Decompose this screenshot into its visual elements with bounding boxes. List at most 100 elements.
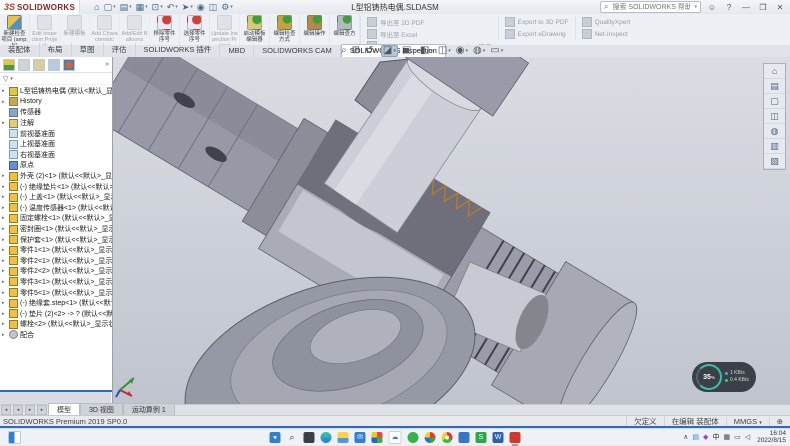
- zoom-fit-button[interactable]: ⌕: [340, 46, 348, 56]
- tree-filter-row[interactable]: ▽ ▾: [0, 73, 112, 85]
- export-item[interactable]: 导出至 2D PDF: [367, 17, 492, 27]
- propertymanager-tab-icon[interactable]: [18, 59, 30, 71]
- tree-item[interactable]: ▸(-) 绝缘垫片<1> (默认<<默认>_显: [0, 181, 112, 192]
- appearances-scenes-icon[interactable]: ◍: [764, 124, 785, 139]
- expand-arrow-icon[interactable]: ▸: [2, 279, 7, 285]
- search-button[interactable]: ⌕: [287, 432, 298, 443]
- restore-button[interactable]: ❐: [757, 3, 769, 12]
- help-search-box[interactable]: ⌕ ▾: [600, 1, 701, 13]
- tab-scroll-first-icon[interactable]: ◂: [1, 405, 11, 415]
- file-properties-icon[interactable]: ◫: [209, 3, 218, 12]
- tree-item[interactable]: ▸(-) 绝缘套.step<1> (默认<<默认: [0, 298, 112, 309]
- tree-item[interactable]: ▸零件5<1> (默认<<默认>_显示状: [0, 287, 112, 298]
- expand-arrow-icon[interactable]: ▸: [2, 321, 7, 327]
- close-button[interactable]: ✕: [774, 3, 786, 12]
- export-item[interactable]: Export eDrawing: [505, 29, 569, 39]
- displaymanager-tab-icon[interactable]: [63, 59, 75, 71]
- options-icon[interactable]: ⚙▾: [221, 3, 233, 12]
- view-palette-icon[interactable]: ◫: [764, 109, 785, 124]
- web-status-icon[interactable]: ⊕: [769, 417, 790, 426]
- tree-item[interactable]: ▸保护套<1> (默认<<默认>_显示状: [0, 234, 112, 245]
- store-icon[interactable]: [372, 432, 383, 443]
- file-explorer-taskbar-icon[interactable]: [338, 432, 349, 443]
- expand-arrow-icon[interactable]: ▸: [2, 194, 7, 200]
- ribbon-button[interactable]: 新建检查项目 (amp;N): [0, 14, 30, 45]
- ribbon-button[interactable]: 启动模板编辑器: [240, 14, 270, 45]
- tab-草图[interactable]: 草图: [72, 43, 104, 57]
- select-icon[interactable]: ➤▾: [182, 3, 193, 12]
- edge-icon[interactable]: [321, 432, 332, 443]
- expand-arrow-icon[interactable]: ▸: [2, 290, 7, 296]
- start-button[interactable]: [270, 432, 281, 443]
- volume-icon[interactable]: ◁: [745, 434, 750, 441]
- expand-arrow-icon[interactable]: ▸: [2, 173, 7, 179]
- display-tray-icon[interactable]: ▭: [734, 434, 741, 441]
- open-icon[interactable]: ▤▾: [120, 3, 132, 12]
- wps-icon[interactable]: S: [476, 432, 487, 443]
- tree-item[interactable]: 右视基准面: [0, 150, 112, 161]
- help-button[interactable]: ?: [723, 3, 735, 12]
- ribbon-button[interactable]: 编辑查方: [330, 14, 360, 45]
- ribbon-button[interactable]: 选择零件序号: [180, 14, 210, 45]
- tab-MBD[interactable]: MBD: [220, 45, 254, 57]
- solidworks-taskbar-icon[interactable]: [510, 432, 521, 443]
- expand-arrow-icon[interactable]: ▸: [2, 258, 7, 264]
- tree-item[interactable]: 传感器: [0, 107, 112, 118]
- browser-360-icon[interactable]: [425, 432, 436, 443]
- tray-security-icon[interactable]: ▤: [692, 434, 699, 441]
- expand-arrow-icon[interactable]: ▸: [2, 332, 7, 338]
- tree-item[interactable]: ▸零件2<1> (默认<<默认>_显示状: [0, 256, 112, 267]
- search-caret-icon[interactable]: ▾: [694, 4, 697, 10]
- tree-item[interactable]: ▸(-) 垫片 (2)<2> -> ? (默认<<默认: [0, 308, 112, 319]
- tree-item[interactable]: ▸密封圈<1> (默认<<默认>_显示状: [0, 224, 112, 235]
- taskbar-clock[interactable]: 16:042022/8/15: [754, 430, 786, 445]
- green-app-icon[interactable]: [408, 432, 419, 443]
- previous-view-button[interactable]: ↺▾: [364, 46, 378, 56]
- custom-properties-icon[interactable]: ▥: [764, 139, 785, 154]
- export-item[interactable]: QualityXpert: [582, 17, 631, 27]
- expand-arrow-icon[interactable]: ▸: [2, 247, 7, 253]
- expand-arrow-icon[interactable]: ▸: [2, 99, 7, 105]
- tree-item[interactable]: 前视基准面: [0, 128, 112, 139]
- print-icon[interactable]: ⊡▾: [152, 3, 163, 12]
- home-icon[interactable]: ⌂: [94, 3, 99, 12]
- export-item[interactable]: Export to 3D PDF: [505, 17, 569, 27]
- filter-caret-icon[interactable]: ▾: [10, 76, 13, 82]
- mail-icon[interactable]: ✉: [355, 432, 366, 443]
- expand-arrow-icon[interactable]: ▸: [2, 311, 7, 317]
- save-icon[interactable]: ▦▾: [136, 3, 148, 12]
- tab-布局[interactable]: 布局: [40, 43, 72, 57]
- hide-show-items-button[interactable]: ◫▾: [437, 46, 452, 56]
- tree-item[interactable]: ▸零件3<1> (默认<<默认>_显示状: [0, 277, 112, 288]
- ime-language-icon[interactable]: 中: [712, 434, 719, 441]
- expand-arrow-icon[interactable]: ▸: [2, 226, 7, 232]
- tree-item[interactable]: ▸配合: [0, 330, 112, 341]
- device-app-icon[interactable]: [459, 432, 470, 443]
- tree-item[interactable]: ▸注解: [0, 118, 112, 129]
- view-orientation-button[interactable]: ▣▾: [401, 46, 416, 56]
- tree-item[interactable]: ▸L型铝铸热电偶 (默认<默认_显示状态-1>: [0, 86, 112, 97]
- rebuild-icon[interactable]: ◉: [197, 3, 205, 12]
- new-document-icon[interactable]: ▢▾: [104, 3, 116, 12]
- expand-arrow-icon[interactable]: ▸: [2, 120, 7, 126]
- tray-purple-icon[interactable]: ◆: [703, 434, 708, 441]
- tab-scroll-last-icon[interactable]: ▸: [37, 405, 47, 415]
- tab-scroll-prev-icon[interactable]: ◂: [13, 405, 23, 415]
- featuremanager-tab-icon[interactable]: [3, 59, 15, 71]
- export-item[interactable]: 导出至 Excel: [367, 29, 492, 39]
- tab-SOLIDWORKS 插件[interactable]: SOLIDWORKS 插件: [136, 43, 221, 57]
- edit-appearance-button[interactable]: ◉▾: [455, 46, 469, 56]
- tab-装配体[interactable]: 装配体: [0, 43, 40, 57]
- search-input[interactable]: [610, 3, 692, 12]
- expand-arrow-icon[interactable]: ▸: [2, 300, 7, 306]
- tree-item[interactable]: ▸零件1<1> (默认<<默认>_显示状态: [0, 245, 112, 256]
- expand-arrow-icon[interactable]: ▸: [2, 268, 7, 274]
- tree-item[interactable]: 原点: [0, 160, 112, 171]
- tree-item[interactable]: ▸(-) 温度传感器<1> (默认<<默认>_: [0, 203, 112, 214]
- minimize-button[interactable]: —: [740, 3, 752, 12]
- tree-item[interactable]: ▸外壳 (2)<1> (默认<<默认>_显示状: [0, 171, 112, 182]
- apply-scene-button[interactable]: ◍▾: [472, 46, 486, 56]
- cad-model[interactable]: [112, 57, 790, 404]
- task-view-button[interactable]: [304, 432, 315, 443]
- undo-icon[interactable]: ↶▾: [167, 3, 178, 12]
